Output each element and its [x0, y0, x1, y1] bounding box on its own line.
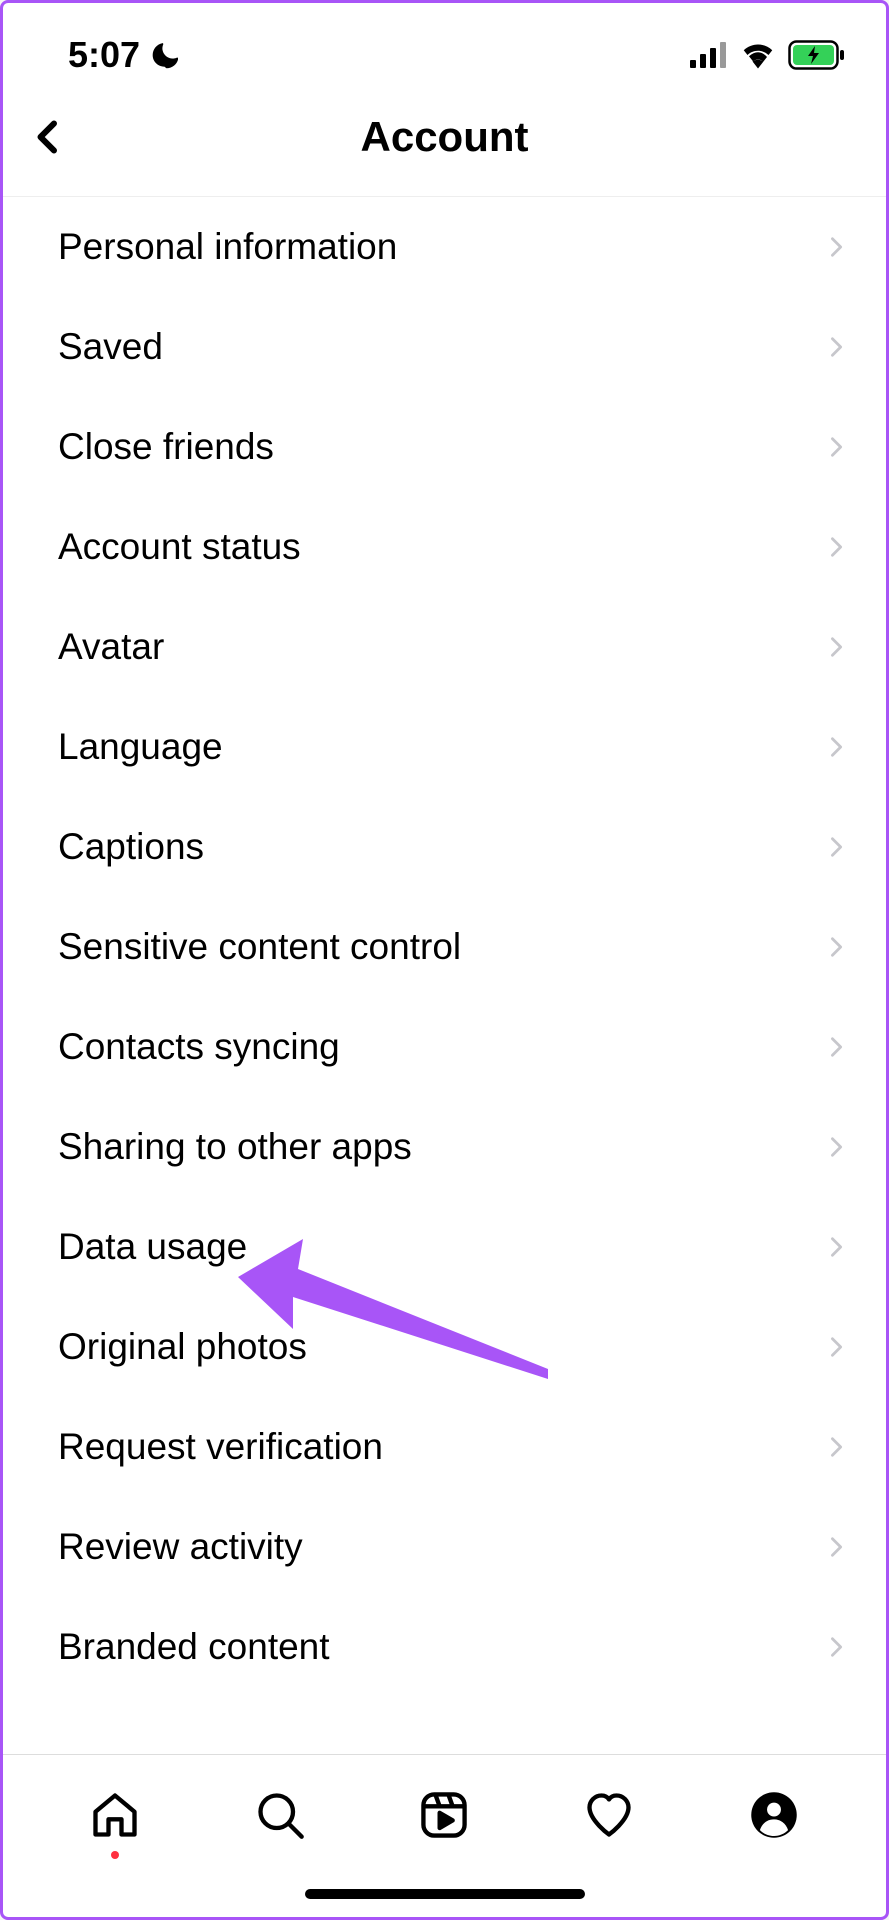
- status-time-area: 5:07: [68, 34, 178, 76]
- chevron-right-icon: [826, 1129, 848, 1165]
- settings-item-original-photos[interactable]: Original photos: [3, 1297, 886, 1397]
- settings-item-contacts-syncing[interactable]: Contacts syncing: [3, 997, 886, 1097]
- settings-list: Personal information Saved Close friends…: [3, 197, 886, 1754]
- settings-item-request-verification[interactable]: Request verification: [3, 1397, 886, 1497]
- settings-item-language[interactable]: Language: [3, 697, 886, 797]
- list-item-label: Review activity: [58, 1526, 303, 1568]
- list-item-label: Account status: [58, 526, 301, 568]
- list-item-label: Branded content: [58, 1626, 330, 1668]
- battery-charging-icon: [788, 40, 846, 70]
- search-icon: [254, 1789, 306, 1841]
- nav-reels[interactable]: [414, 1785, 474, 1845]
- settings-item-review-activity[interactable]: Review activity: [3, 1497, 886, 1597]
- chevron-right-icon: [826, 1529, 848, 1565]
- back-button[interactable]: [23, 112, 73, 162]
- settings-item-captions[interactable]: Captions: [3, 797, 886, 897]
- page-title: Account: [28, 113, 861, 161]
- page-header: Account: [3, 93, 886, 197]
- status-time: 5:07: [68, 34, 140, 76]
- chevron-right-icon: [826, 929, 848, 965]
- list-item-label: Data usage: [58, 1226, 247, 1268]
- list-item-label: Sensitive content control: [58, 926, 461, 968]
- status-bar: 5:07: [3, 3, 886, 93]
- status-right: [690, 40, 846, 70]
- list-item-label: Captions: [58, 826, 204, 868]
- list-item-label: Original photos: [58, 1326, 307, 1368]
- nav-profile[interactable]: [744, 1785, 804, 1845]
- chevron-right-icon: [826, 229, 848, 265]
- nav-activity[interactable]: [579, 1785, 639, 1845]
- home-indicator-area: [3, 1869, 886, 1917]
- home-icon: [89, 1789, 141, 1841]
- nav-home[interactable]: [85, 1785, 145, 1845]
- list-item-label: Personal information: [58, 226, 397, 268]
- list-item-label: Sharing to other apps: [58, 1126, 412, 1168]
- wifi-icon: [740, 41, 776, 69]
- settings-item-saved[interactable]: Saved: [3, 297, 886, 397]
- list-item-label: Request verification: [58, 1426, 383, 1468]
- chevron-right-icon: [826, 529, 848, 565]
- settings-item-branded-content[interactable]: Branded content: [3, 1597, 886, 1697]
- chevron-right-icon: [826, 629, 848, 665]
- chevron-right-icon: [826, 729, 848, 765]
- chevron-right-icon: [826, 1329, 848, 1365]
- do-not-disturb-icon: [150, 41, 178, 69]
- nav-search[interactable]: [250, 1785, 310, 1845]
- settings-item-sharing-to-other-apps[interactable]: Sharing to other apps: [3, 1097, 886, 1197]
- settings-item-personal-information[interactable]: Personal information: [3, 197, 886, 297]
- chevron-right-icon: [826, 1629, 848, 1665]
- cellular-signal-icon: [690, 42, 728, 68]
- heart-icon: [583, 1789, 635, 1841]
- list-item-label: Saved: [58, 326, 163, 368]
- settings-item-close-friends[interactable]: Close friends: [3, 397, 886, 497]
- chevron-right-icon: [826, 1229, 848, 1265]
- reels-icon: [418, 1789, 470, 1841]
- settings-item-sensitive-content-control[interactable]: Sensitive content control: [3, 897, 886, 997]
- settings-item-data-usage[interactable]: Data usage: [3, 1197, 886, 1297]
- chevron-right-icon: [826, 829, 848, 865]
- chevron-right-icon: [826, 329, 848, 365]
- home-indicator[interactable]: [305, 1889, 585, 1899]
- chevron-right-icon: [826, 1029, 848, 1065]
- settings-item-avatar[interactable]: Avatar: [3, 597, 886, 697]
- profile-icon: [748, 1789, 800, 1841]
- list-item-label: Close friends: [58, 426, 274, 468]
- notification-dot-icon: [111, 1851, 119, 1859]
- chevron-right-icon: [826, 1429, 848, 1465]
- list-item-label: Avatar: [58, 626, 164, 668]
- list-item-label: Language: [58, 726, 223, 768]
- chevron-left-icon: [30, 115, 66, 159]
- list-item-label: Contacts syncing: [58, 1026, 340, 1068]
- settings-item-account-status[interactable]: Account status: [3, 497, 886, 597]
- chevron-right-icon: [826, 429, 848, 465]
- phone-screen: 5:07: [0, 0, 889, 1920]
- bottom-nav: [3, 1754, 886, 1869]
